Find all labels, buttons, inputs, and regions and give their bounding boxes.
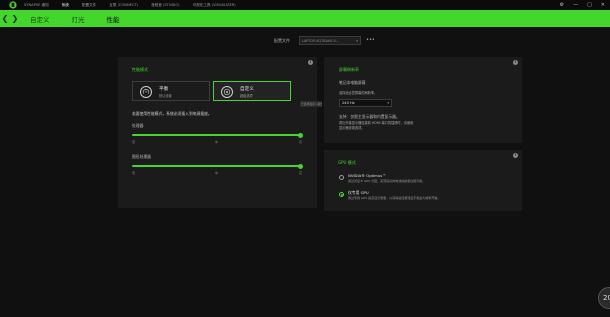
laptop-screen-label: 笔记本电脑屏幕 [339, 80, 366, 85]
mode-subtitle: 超级选项 [240, 94, 253, 98]
cpu-tick-mid: 中 [215, 140, 219, 144]
minimize-icon[interactable]: — [573, 0, 578, 10]
more-options-icon[interactable]: ••• [366, 36, 375, 44]
cpu-tick-low: 低 [132, 140, 136, 144]
gpu-slider-track[interactable] [132, 165, 302, 167]
performance-description: 若要使用性能模式，系统必须插入到电源插座。 [132, 111, 212, 116]
custom-gauge-icon [221, 86, 233, 98]
mode-name: 自定义 [240, 87, 254, 92]
back-arrow-icon[interactable]: ❮ [0, 10, 10, 27]
maximize-icon[interactable]: □ [587, 0, 592, 10]
mode-tooltip: 已选择自定义模式 [300, 101, 322, 107]
profile-dropdown[interactable]: LAPTOP-4Q7BAHE.0... ▾ [299, 36, 361, 45]
corner-badge[interactable]: 20 [598, 287, 610, 309]
razer-logo-icon [8, 0, 18, 10]
top-nav-profiles[interactable]: 配置文件 [82, 3, 96, 8]
profile-row: 配置文件 LAPTOP-4Q7BAHE.0... ▾ ••• [0, 36, 610, 46]
performance-mode-panel: 性能模式 i 平衡 默认设置 自定义 超级选项 若要使用性能模式，系统必须插入到… [118, 57, 317, 208]
mode-subtitle: 默认设置 [159, 94, 172, 98]
refresh-rate-panel: 屏幕刷新率 i 笔记本电脑屏幕 选择适合您屏幕的刷新率。 240 Hz ▾ 支持… [324, 57, 522, 143]
sub-nav-bar: ❮ ❯ 自定义 灯光 性能 [0, 10, 610, 27]
forward-arrow-icon[interactable]: ❯ [10, 10, 20, 27]
refresh-support-note-3: 显示器设置选项。 [339, 126, 365, 130]
cpu-slider-handle[interactable] [298, 132, 303, 138]
gpu-tick-high: 高 [299, 171, 303, 175]
performance-mode-title: 性能模式 [132, 67, 148, 72]
window-controls: ⚙ — □ ✕ [560, 0, 605, 10]
gpu-tick-mid: 中 [215, 171, 219, 175]
refresh-rate-dropdown[interactable]: 240 Hz ▾ [339, 99, 392, 107]
cpu-slider-label: 处理器 [132, 123, 144, 128]
gpu-slider-handle[interactable] [298, 163, 303, 169]
top-nav-notifications[interactable]: SYNAPSE 通知 [24, 3, 49, 8]
profile-label: 配置文件 [274, 38, 290, 43]
title-bar: SYNAPSE 通知 系统 配置文件 互联 (CONNECT) 音频室 (STU… [0, 0, 610, 10]
top-nav: SYNAPSE 通知 系统 配置文件 互联 (CONNECT) 音频室 (STU… [24, 0, 249, 10]
info-icon[interactable]: i [513, 60, 518, 65]
cpu-slider-track[interactable] [132, 134, 302, 136]
chevron-down-icon: ▾ [387, 101, 389, 105]
gpu-mode-panel: GPU 模式 i NVIDIA® Optimus™ 通过对显卡 GPU 分配，实… [324, 150, 522, 211]
cpu-tick-high: 高 [299, 140, 303, 144]
gpu-dedicated-radio[interactable] [339, 192, 344, 197]
top-nav-visualizer[interactable]: 可视化工具 (VISUALIZER) [193, 3, 236, 8]
tab-performance[interactable]: 性能 [107, 14, 120, 24]
refresh-rate-title: 屏幕刷新率 [339, 67, 359, 72]
close-icon[interactable]: ✕ [601, 0, 605, 10]
gpu-dedicated-description: 通过专用 GPU 提高显示质量，以获得最佳游戏显示和最大帧率开销。 [348, 196, 441, 200]
profile-value: LAPTOP-4Q7BAHE.0... [302, 39, 340, 43]
gpu-slider-label: 图形处理器 [132, 154, 151, 159]
gpu-tick-low: 低 [132, 171, 136, 175]
top-nav-system[interactable]: 系统 [62, 3, 69, 8]
refresh-rate-value: 240 Hz [342, 101, 355, 105]
gpu-mode-title: GPU 模式 [338, 160, 356, 165]
mode-option-custom[interactable]: 自定义 超级选项 [213, 81, 291, 101]
top-nav-connect[interactable]: 互联 (CONNECT) [109, 3, 138, 8]
settings-gear-icon[interactable]: ⚙ [560, 0, 564, 10]
mode-option-balanced[interactable]: 平衡 默认设置 [132, 81, 210, 101]
refresh-rate-hint: 选择适合您屏幕的刷新率。 [339, 91, 378, 95]
chevron-down-icon: ▾ [356, 39, 358, 43]
info-icon[interactable]: i [308, 60, 313, 65]
mode-name: 平衡 [159, 87, 169, 92]
tab-customize[interactable]: 自定义 [30, 14, 50, 24]
info-icon[interactable]: i [513, 153, 518, 158]
sub-tabs: 自定义 灯光 性能 [30, 10, 142, 27]
gpu-optimus-description: 通过对显卡 GPU 分配，实现良好的电池续航和性能平衡。 [348, 179, 426, 183]
tab-lighting[interactable]: 灯光 [72, 14, 85, 24]
top-nav-studio[interactable]: 音频室 (STUDIO) [151, 3, 180, 8]
balance-gauge-icon [140, 86, 152, 98]
gpu-optimus-label[interactable]: NVIDIA® Optimus™ [348, 173, 386, 178]
gpu-optimus-radio[interactable] [339, 175, 344, 180]
